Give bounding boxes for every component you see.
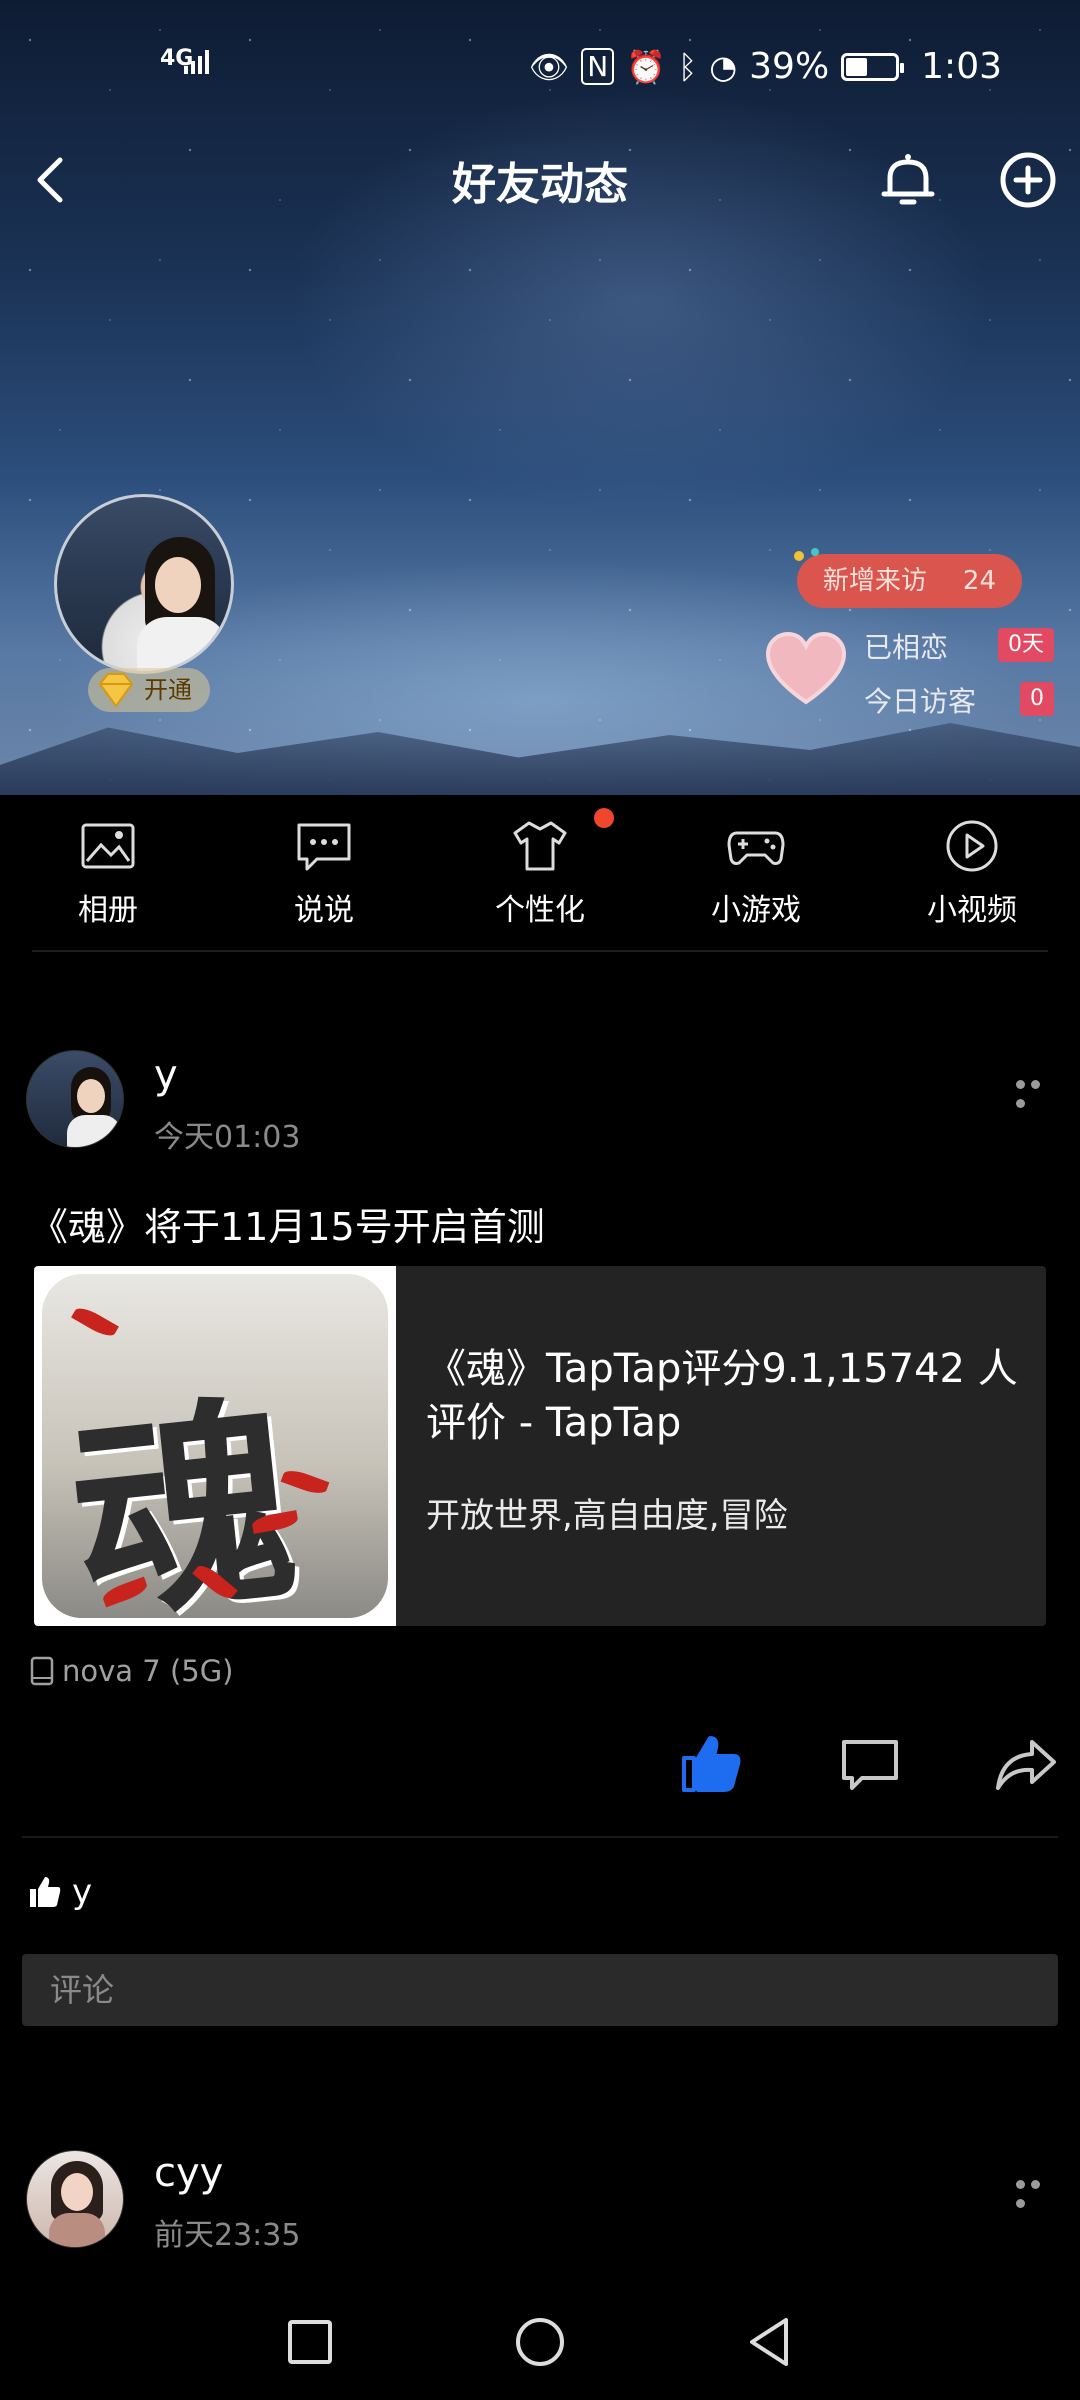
home-icon[interactable] xyxy=(512,2314,568,2370)
battery-percent: 39% xyxy=(749,46,830,87)
diamond-icon xyxy=(98,673,134,708)
back-triangle-icon[interactable] xyxy=(742,2314,798,2370)
post-text: 《魂》将于11月15号开启首测 xyxy=(30,1205,545,1249)
photo-album-icon xyxy=(81,823,135,869)
title-bar: 好友动态 xyxy=(0,140,1080,220)
love-days-row[interactable]: 已相恋 0天 xyxy=(864,626,1054,666)
heart-icon[interactable] xyxy=(764,630,848,710)
device-name: nova 7 (5G) xyxy=(62,1654,234,1688)
clock: 1:03 xyxy=(921,46,1002,87)
divider xyxy=(22,1836,1058,1838)
speed-icon: ◔ xyxy=(709,47,738,86)
today-visitors-row[interactable]: 今日访客 0 xyxy=(864,680,1054,720)
post-time: 前天23:35 xyxy=(154,2218,301,2253)
bluetooth-icon: ᛒ xyxy=(678,47,698,86)
system-navigation-bar xyxy=(0,2290,1080,2400)
new-visits-label: 新增来访 xyxy=(822,566,927,596)
more-options-icon[interactable] xyxy=(1016,1074,1060,1108)
post-author-avatar[interactable] xyxy=(26,1050,124,1148)
add-circle-icon[interactable] xyxy=(996,148,1060,212)
quick-nav-label: 个性化 xyxy=(495,893,585,928)
today-visitors-label: 今日访客 xyxy=(864,685,977,718)
bell-icon[interactable] xyxy=(876,148,940,212)
thumbs-up-icon xyxy=(30,1877,61,1907)
shared-link-thumbnail: 魂 xyxy=(34,1266,396,1626)
alarm-icon: ⏰ xyxy=(626,47,667,86)
phone-icon xyxy=(30,1656,54,1686)
quick-nav-shuoshuo[interactable]: 说说 xyxy=(224,815,424,929)
comment-input[interactable]: 评论 xyxy=(22,1954,1058,2026)
quick-nav-personalize[interactable]: 个性化 xyxy=(440,815,640,929)
love-days-badge: 0天 xyxy=(998,628,1054,662)
profile-avatar[interactable] xyxy=(54,494,234,674)
vip-open-badge[interactable]: 开通 xyxy=(88,668,210,712)
chat-bubble-icon xyxy=(297,823,351,871)
notification-dot xyxy=(594,808,614,828)
post-author-name[interactable]: y xyxy=(154,1052,178,1098)
love-days-label: 已相恋 xyxy=(864,631,949,664)
quick-nav-album[interactable]: 相册 xyxy=(8,815,208,929)
post-author-name[interactable]: cyy xyxy=(154,2150,223,2196)
quick-nav-shortvideo[interactable]: 小视频 xyxy=(872,815,1072,929)
status-bar: 4G 👁 N ⏰ ᛒ ◔ 39% 1:03 xyxy=(0,40,1080,100)
quick-nav-label: 说说 xyxy=(294,893,354,928)
device-tag: nova 7 (5G) xyxy=(30,1654,234,1688)
new-visits-pill[interactable]: 新增来访 24 xyxy=(793,548,1022,608)
shared-link-title: 《魂》TapTap评分9.1,15742 人评价 - TapTap xyxy=(426,1346,1018,1446)
shared-link-description: 开放世界,高自由度,冒险 xyxy=(426,1496,788,1536)
recent-apps-icon[interactable] xyxy=(282,2314,338,2370)
divider xyxy=(32,950,1048,952)
battery-icon xyxy=(841,52,905,81)
post-author-avatar[interactable] xyxy=(26,2150,124,2248)
signal-icon xyxy=(184,50,209,74)
quick-nav-label: 相册 xyxy=(78,893,138,928)
eye-icon: 👁 xyxy=(528,47,570,86)
play-circle-icon xyxy=(946,820,998,872)
comment-icon[interactable] xyxy=(840,1738,900,1792)
more-options-icon[interactable] xyxy=(1016,2174,1060,2208)
quick-nav-label: 小游戏 xyxy=(711,893,801,928)
liked-by-name[interactable]: y xyxy=(72,1872,92,1912)
share-icon[interactable] xyxy=(994,1738,1058,1792)
sparkle-icon xyxy=(793,548,819,561)
quick-nav-minigame[interactable]: 小游戏 xyxy=(656,815,856,929)
post-time: 今天01:03 xyxy=(154,1120,301,1155)
thumbnail-glyph: 魂 xyxy=(60,1370,307,1618)
tshirt-icon xyxy=(513,821,567,871)
quick-nav-label: 小视频 xyxy=(927,893,1017,928)
gamepad-icon xyxy=(727,831,785,865)
new-visits-count: 24 xyxy=(962,566,996,596)
quick-nav-bar: 相册 说说 个性化 小游戏 小视频 xyxy=(0,795,1080,955)
shared-link-card[interactable]: 魂 《魂》TapTap评分9.1,15742 人评价 - TapTap 开放世界… xyxy=(34,1266,1046,1626)
like-icon[interactable] xyxy=(680,1732,742,1794)
today-visitors-badge: 0 xyxy=(1020,682,1054,716)
vip-open-label: 开通 xyxy=(144,676,192,704)
liked-by-row[interactable]: y xyxy=(28,1872,92,1912)
nfc-icon: N xyxy=(581,48,615,85)
